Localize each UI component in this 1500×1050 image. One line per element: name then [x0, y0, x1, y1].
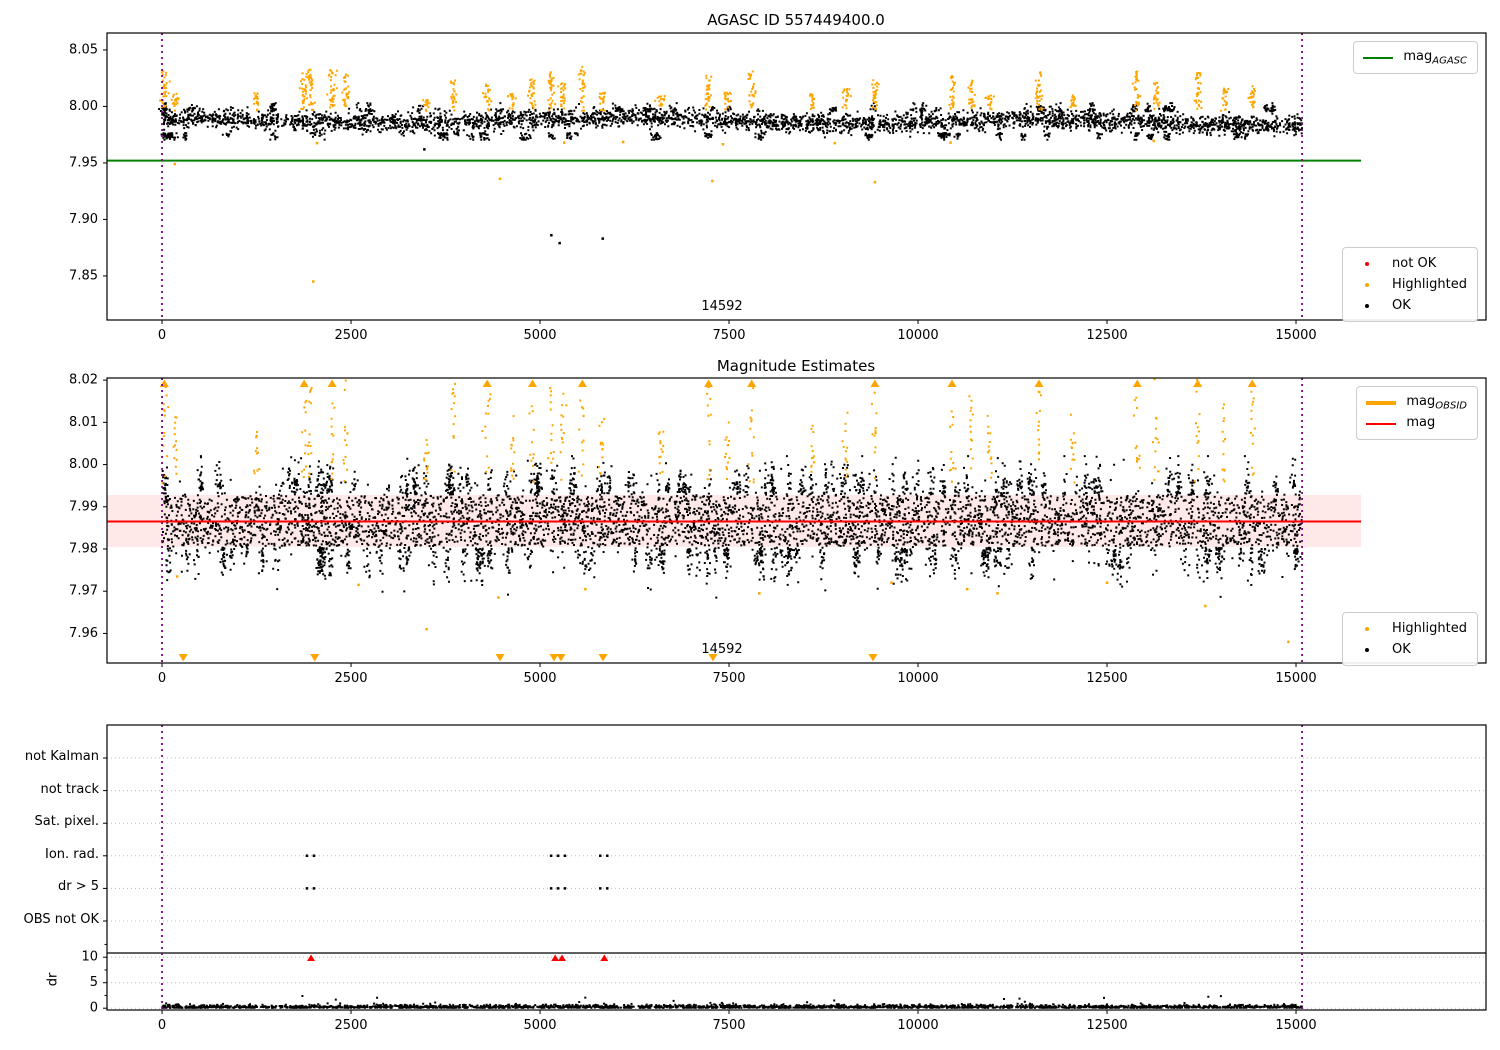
flag-label-dr-gt-5: dr > 5: [57, 879, 99, 894]
legend-label: OK: [1392, 642, 1411, 657]
svg-text:7500: 7500: [712, 1018, 745, 1033]
legend-label: mag: [1406, 414, 1436, 430]
svg-text:2500: 2500: [334, 1018, 367, 1033]
svg-text:8.00: 8.00: [69, 99, 98, 114]
flag-label-not-kalman: not Kalman: [24, 749, 99, 764]
legend-label: not OK: [1392, 256, 1437, 271]
legend-item-not-ok: not OK: [1352, 253, 1467, 274]
svg-text:15000: 15000: [1275, 1018, 1316, 1033]
plot3-not-ok-clipped-markers: [307, 954, 609, 961]
svg-text:12500: 12500: [1086, 671, 1127, 686]
svg-text:7500: 7500: [712, 671, 745, 686]
svg-text:2500: 2500: [334, 328, 367, 343]
flag-label-ion-rad: Ion. rad.: [45, 847, 99, 862]
flag-label-obs-not-ok: OBS not OK: [23, 912, 100, 927]
highlighted-dot-swatch: [1352, 626, 1382, 631]
ok-dot-swatch: [1352, 303, 1382, 308]
legend-label: magOBSID: [1406, 393, 1467, 412]
legend-label: magAGASC: [1403, 48, 1467, 67]
svg-text:7.90: 7.90: [69, 212, 98, 227]
svg-text:10: 10: [81, 950, 98, 965]
mag-line-swatch: [1366, 422, 1397, 425]
svg-text:12500: 12500: [1086, 1018, 1127, 1033]
plot2-title: Magnitude Estimates: [716, 357, 876, 375]
svg-text:7500: 7500: [712, 328, 745, 343]
plot1-obsid-annotation: 14592: [701, 299, 743, 314]
svg-text:10000: 10000: [897, 328, 938, 343]
svg-text:0: 0: [158, 671, 166, 686]
legend-item-mag-agasc: magAGASC: [1363, 47, 1467, 68]
svg-text:5000: 5000: [523, 328, 556, 343]
svg-text:15000: 15000: [1275, 328, 1316, 343]
svg-text:5000: 5000: [523, 671, 556, 686]
svg-text:7.95: 7.95: [69, 155, 98, 170]
svg-text:7.96: 7.96: [69, 626, 98, 641]
legend-label: Highlighted: [1392, 277, 1467, 292]
svg-text:8.05: 8.05: [69, 42, 98, 57]
not-ok-dot-swatch: [1352, 261, 1382, 266]
svg-text:8.00: 8.00: [69, 457, 98, 472]
legend-item-ok: OK: [1352, 639, 1467, 660]
plot3-grid: [107, 757, 1486, 1009]
legend-label: OK: [1392, 298, 1411, 313]
legend-item-mag-obsid: magOBSID: [1366, 392, 1467, 413]
plot1-ok-points: [158, 102, 1304, 245]
legend-label: Highlighted: [1392, 621, 1467, 636]
figure: 0 2500 5000 7500 10000 12500 15000 8.05 8.00 7.95…: [0, 0, 1500, 1050]
svg-text:5: 5: [90, 975, 98, 990]
svg-text:0: 0: [158, 328, 166, 343]
plot1-axes: 0 2500 5000 7500 10000 12500 15000 8.05 8.00 7.95…: [69, 32, 1487, 343]
svg-text:10000: 10000: [897, 671, 938, 686]
legend-item-mag: mag: [1366, 413, 1467, 434]
svg-text:15000: 15000: [1275, 671, 1316, 686]
legend-mag-lines: magOBSID mag: [1356, 386, 1478, 440]
legend-item-highlighted: Highlighted: [1352, 274, 1467, 295]
svg-text:0: 0: [158, 1018, 166, 1033]
svg-text:0: 0: [90, 1001, 98, 1016]
plot1-title: AGASC ID 557449400.0: [707, 11, 885, 29]
highlighted-dot-swatch: [1352, 282, 1382, 287]
svg-text:12500: 12500: [1086, 328, 1127, 343]
svg-text:2500: 2500: [334, 671, 367, 686]
svg-text:8.02: 8.02: [69, 373, 98, 388]
svg-text:8.01: 8.01: [69, 415, 98, 430]
flag-label-not-track: not track: [40, 782, 99, 797]
svg-text:7.98: 7.98: [69, 542, 98, 557]
legend-plot2-points: Highlighted OK: [1342, 612, 1478, 666]
plots-canvas: 0 2500 5000 7500 10000 12500 150008.058.007.95…: [69, 32, 1487, 1033]
legend-item-ok: OK: [1352, 295, 1467, 316]
flag-label-sat-pixel: Sat. pixel.: [34, 814, 99, 829]
plot2-obsid-annotation: 14592: [701, 642, 743, 657]
obsid-line-swatch: [1366, 400, 1397, 405]
svg-text:5000: 5000: [523, 1018, 556, 1033]
legend-mag-agasc: magAGASC: [1353, 41, 1478, 74]
plot3-ok-points: [161, 854, 1303, 1009]
agasc-line-swatch: [1363, 56, 1394, 59]
plot3-axes: 0 2500 5000 7500 10000 12500 15000 10 5 0: [81, 724, 1487, 1033]
svg-text:7.85: 7.85: [69, 268, 98, 283]
legend-item-highlighted: Highlighted: [1352, 618, 1467, 639]
svg-text:10000: 10000: [897, 1018, 938, 1033]
svg-text:7.99: 7.99: [69, 499, 98, 514]
plot1-obsid-boundaries: [161, 33, 1303, 320]
dr-axis-label: dr: [45, 972, 61, 987]
plot3-obsid-boundaries: [161, 725, 1303, 1010]
ok-dot-swatch: [1352, 647, 1382, 652]
legend-plot1-points: not OK Highlighted OK: [1342, 247, 1478, 322]
svg-text:7.97: 7.97: [69, 584, 98, 599]
plot1-highlighted-points: [159, 65, 1256, 283]
